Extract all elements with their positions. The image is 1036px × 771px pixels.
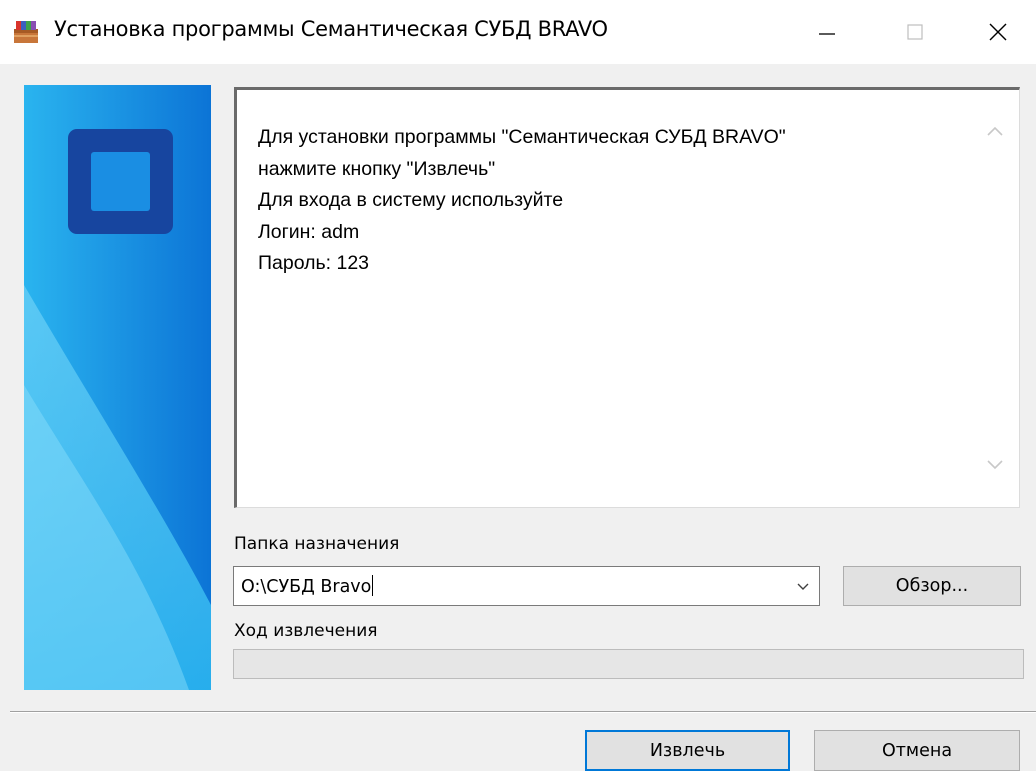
destination-folder-input[interactable]: O:\СУБД Bravo (241, 575, 374, 597)
close-icon (989, 23, 1007, 41)
destination-folder-combobox[interactable]: O:\СУБД Bravo (233, 566, 820, 606)
cancel-button[interactable]: Отмена (814, 730, 1020, 771)
minimize-icon (819, 33, 835, 35)
installer-window: Установка программы Семантическая СУБД B… (0, 0, 1036, 771)
destination-folder-value: O:\СУБД Bravo (241, 577, 372, 597)
scroll-up-icon[interactable] (983, 120, 1007, 144)
text-caret (372, 575, 374, 596)
readme-line: Логин: adm (258, 220, 360, 243)
readme-line: Пароль: 123 (258, 252, 370, 274)
winrar-archive-icon (14, 21, 38, 43)
window-title: Установка программы Семантическая СУБД B… (54, 17, 608, 41)
readme-line: Для входа в систему используйте (258, 189, 564, 211)
scroll-down-icon[interactable] (983, 452, 1007, 476)
readme-line: Для установки программы "Семантическая С… (258, 126, 786, 148)
extraction-progress-label: Ход извлечения (234, 621, 378, 641)
browse-button[interactable]: Обзор... (843, 566, 1021, 606)
installer-banner-image (24, 85, 211, 690)
footer-divider (10, 711, 1036, 713)
readme-text: Для установки программы "Семантическая С… (258, 122, 958, 280)
destination-folder-label: Папка назначения (234, 534, 400, 554)
readme-line: нажмите кнопку "Извлечь" (258, 157, 496, 180)
close-button[interactable] (963, 0, 1033, 64)
maximize-button[interactable] (880, 0, 950, 64)
chevron-down-icon[interactable] (795, 578, 811, 594)
maximize-icon (907, 24, 923, 40)
extraction-progress-bar (233, 649, 1024, 679)
extract-button[interactable]: Извлечь (585, 730, 790, 771)
minimize-button[interactable] (792, 0, 862, 64)
title-bar[interactable]: Установка программы Семантическая СУБД B… (0, 0, 1036, 64)
readme-textbox[interactable]: Для установки программы "Семантическая С… (234, 87, 1020, 508)
